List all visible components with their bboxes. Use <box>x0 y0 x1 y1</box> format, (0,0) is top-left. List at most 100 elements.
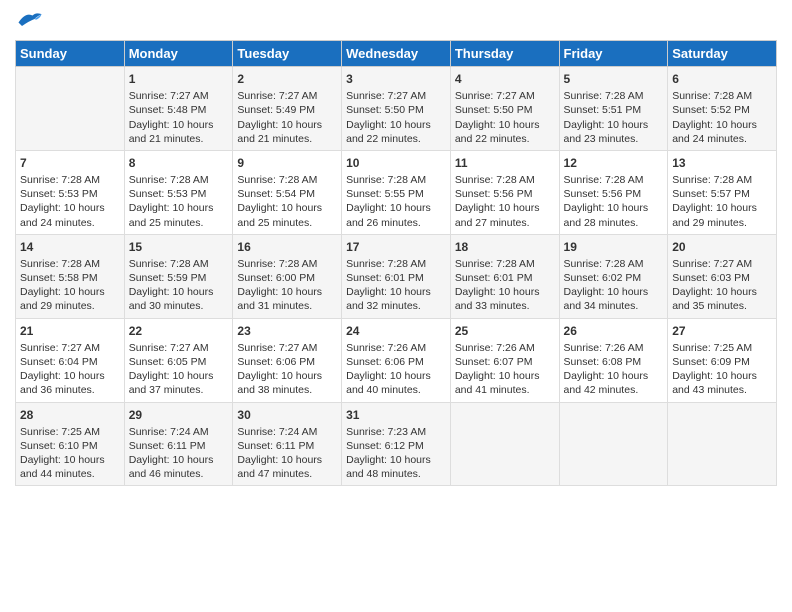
calendar-day-cell: 15Sunrise: 7:28 AMSunset: 5:59 PMDayligh… <box>124 234 233 318</box>
day-info: Sunset: 5:50 PM <box>455 103 555 117</box>
calendar-day-cell: 23Sunrise: 7:27 AMSunset: 6:06 PMDayligh… <box>233 318 342 402</box>
day-info: and 47 minutes. <box>237 467 337 481</box>
day-info: Sunrise: 7:28 AM <box>237 173 337 187</box>
day-info: Daylight: 10 hours <box>564 118 664 132</box>
header-friday: Friday <box>559 41 668 67</box>
day-info: Sunset: 6:07 PM <box>455 355 555 369</box>
day-info: and 31 minutes. <box>237 299 337 313</box>
calendar-day-cell: 18 Sunrise: 7:28 AMSunset: 6:01 PMDayligh… <box>450 234 559 318</box>
day-info: and 32 minutes. <box>346 299 446 313</box>
day-info: Daylight: 10 hours <box>672 285 772 299</box>
calendar-day-cell: 21Sunrise: 7:27 AMSunset: 6:04 PMDayligh… <box>16 318 125 402</box>
calendar-day-cell: 3Sunrise: 7:27 AMSunset: 5:50 PMDaylight… <box>342 67 451 151</box>
day-info: and 29 minutes. <box>672 216 772 230</box>
day-info: Daylight: 10 hours <box>346 118 446 132</box>
day-number: 2 <box>237 71 337 87</box>
day-info: Sunrise: 7:28 AM <box>20 173 120 187</box>
day-number: 9 <box>237 155 337 171</box>
header-sunday: Sunday <box>16 41 125 67</box>
day-info: Sunset: 6:06 PM <box>237 355 337 369</box>
day-number: 29 <box>129 407 229 423</box>
day-info: Sunset: 5:54 PM <box>237 187 337 201</box>
day-number: 21 <box>20 323 120 339</box>
day-info: and 44 minutes. <box>20 467 120 481</box>
day-info: Sunset: 6:01 PM <box>346 271 446 285</box>
day-info: Daylight: 10 hours <box>672 118 772 132</box>
day-info: Sunrise: 7:28 AM <box>672 173 772 187</box>
header-wednesday: Wednesday <box>342 41 451 67</box>
day-info: Daylight: 10 hours <box>237 453 337 467</box>
day-number: 31 <box>346 407 446 423</box>
calendar-day-cell: 20Sunrise: 7:27 AMSunset: 6:03 PMDayligh… <box>668 234 777 318</box>
day-info: Daylight: 10 hours <box>455 285 555 299</box>
day-info: Sunrise: 7:27 AM <box>129 341 229 355</box>
day-info: and 43 minutes. <box>672 383 772 397</box>
day-number: 20 <box>672 239 772 255</box>
day-info: and 27 minutes. <box>455 216 555 230</box>
calendar-day-cell: 28Sunrise: 7:25 AMSunset: 6:10 PMDayligh… <box>16 402 125 486</box>
day-info: Sunrise: 7:24 AM <box>237 425 337 439</box>
day-info: Sunrise: 7:27 AM <box>129 89 229 103</box>
day-info: Sunrise: 7:27 AM <box>672 257 772 271</box>
day-info: Daylight: 10 hours <box>20 201 120 215</box>
day-info: Sunset: 6:05 PM <box>129 355 229 369</box>
day-info: Sunrise: 7:28 AM <box>672 89 772 103</box>
day-number: 6 <box>672 71 772 87</box>
calendar-header-row: Sunday Monday Tuesday Wednesday Thursday… <box>16 41 777 67</box>
day-info: Sunset: 5:50 PM <box>346 103 446 117</box>
day-number: 3 <box>346 71 446 87</box>
day-info: Sunset: 5:53 PM <box>129 187 229 201</box>
day-info: and 30 minutes. <box>129 299 229 313</box>
day-info: Sunrise: 7:28 AM <box>346 257 446 271</box>
day-number: 7 <box>20 155 120 171</box>
day-info: and 46 minutes. <box>129 467 229 481</box>
day-number: 18 <box>455 239 555 255</box>
calendar-day-cell: 31Sunrise: 7:23 AMSunset: 6:12 PMDayligh… <box>342 402 451 486</box>
calendar-day-cell: 7Sunrise: 7:28 AMSunset: 5:53 PMDaylight… <box>16 150 125 234</box>
calendar-day-cell: 8Sunrise: 7:28 AMSunset: 5:53 PMDaylight… <box>124 150 233 234</box>
header-saturday: Saturday <box>668 41 777 67</box>
day-info: and 24 minutes. <box>672 132 772 146</box>
calendar-day-cell: 6 Sunrise: 7:28 AMSunset: 5:52 PMDaylight… <box>668 67 777 151</box>
day-info: Sunrise: 7:24 AM <box>129 425 229 439</box>
day-info: Daylight: 10 hours <box>20 369 120 383</box>
day-info: Sunset: 6:08 PM <box>564 355 664 369</box>
day-info: Daylight: 10 hours <box>455 369 555 383</box>
day-info: Sunrise: 7:28 AM <box>346 173 446 187</box>
day-info: Sunset: 5:56 PM <box>455 187 555 201</box>
day-info: Sunset: 5:49 PM <box>237 103 337 117</box>
day-info: Sunrise: 7:27 AM <box>455 89 555 103</box>
calendar-day-cell: 25Sunrise: 7:26 AMSunset: 6:07 PMDayligh… <box>450 318 559 402</box>
day-info: Daylight: 10 hours <box>129 201 229 215</box>
day-number: 25 <box>455 323 555 339</box>
day-info: Sunrise: 7:28 AM <box>237 257 337 271</box>
day-info: Sunset: 6:11 PM <box>237 439 337 453</box>
day-info: Sunrise: 7:27 AM <box>237 341 337 355</box>
calendar-day-cell: 17Sunrise: 7:28 AMSunset: 6:01 PMDayligh… <box>342 234 451 318</box>
day-info: Sunrise: 7:28 AM <box>455 173 555 187</box>
day-info: Sunset: 5:51 PM <box>564 103 664 117</box>
day-number: 26 <box>564 323 664 339</box>
day-info: Sunset: 6:01 PM <box>455 271 555 285</box>
calendar-day-cell: 22Sunrise: 7:27 AMSunset: 6:05 PMDayligh… <box>124 318 233 402</box>
day-info: Sunrise: 7:28 AM <box>564 257 664 271</box>
day-number: 4 <box>455 71 555 87</box>
day-info: Sunrise: 7:26 AM <box>346 341 446 355</box>
day-number: 15 <box>129 239 229 255</box>
day-info: Daylight: 10 hours <box>672 369 772 383</box>
header-thursday: Thursday <box>450 41 559 67</box>
day-info: Daylight: 10 hours <box>672 201 772 215</box>
day-info: Sunset: 5:58 PM <box>20 271 120 285</box>
day-info: and 36 minutes. <box>20 383 120 397</box>
calendar-day-cell: 12Sunrise: 7:28 AMSunset: 5:56 PMDayligh… <box>559 150 668 234</box>
day-info: Daylight: 10 hours <box>346 201 446 215</box>
day-info: Sunset: 6:10 PM <box>20 439 120 453</box>
day-info: Sunrise: 7:28 AM <box>564 89 664 103</box>
calendar-day-cell: 16Sunrise: 7:28 AMSunset: 6:00 PMDayligh… <box>233 234 342 318</box>
day-number: 14 <box>20 239 120 255</box>
day-info: Daylight: 10 hours <box>237 118 337 132</box>
day-info: Daylight: 10 hours <box>20 285 120 299</box>
day-info: and 23 minutes. <box>564 132 664 146</box>
day-info: Sunset: 5:52 PM <box>672 103 772 117</box>
day-info: Sunrise: 7:28 AM <box>455 257 555 271</box>
